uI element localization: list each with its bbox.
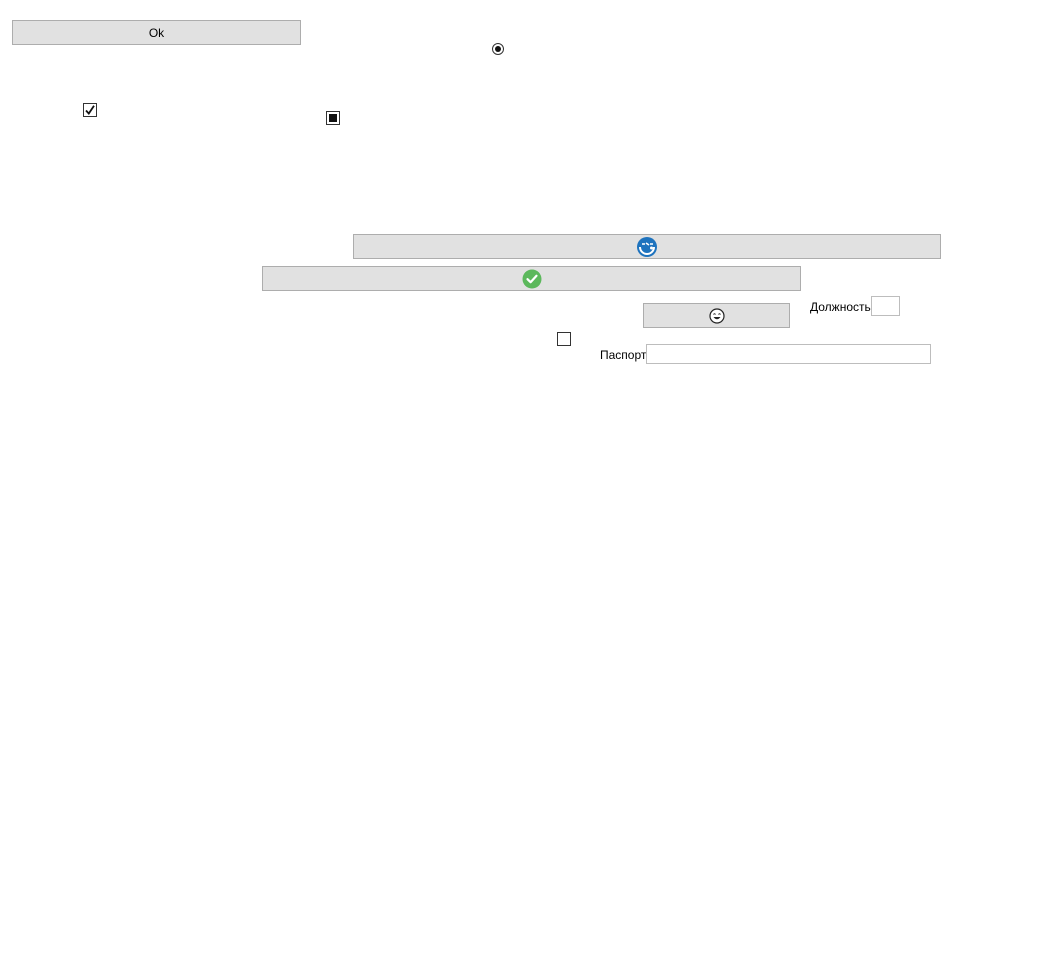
green-check-icon	[522, 269, 542, 289]
blue-icon-button[interactable]	[353, 234, 941, 259]
radio-selected-dot	[495, 46, 501, 52]
checkmark-icon	[85, 105, 95, 115]
passport-field[interactable]	[646, 344, 931, 364]
position-field[interactable]	[871, 296, 900, 316]
blue-swirl-icon	[636, 236, 658, 258]
face-icon-button[interactable]	[643, 303, 790, 328]
green-check-button[interactable]	[262, 266, 801, 291]
laughing-face-icon	[708, 307, 725, 324]
indeterminate-square-icon	[329, 114, 337, 122]
ok-button[interactable]: Ok	[12, 20, 301, 45]
checkbox-checked[interactable]	[83, 103, 97, 117]
checkbox-unchecked[interactable]	[557, 332, 571, 346]
checkbox-indeterminate[interactable]	[326, 111, 340, 125]
position-label: Должность	[810, 300, 871, 314]
passport-label: Паспорт	[600, 348, 647, 362]
radio-button[interactable]	[492, 43, 504, 55]
